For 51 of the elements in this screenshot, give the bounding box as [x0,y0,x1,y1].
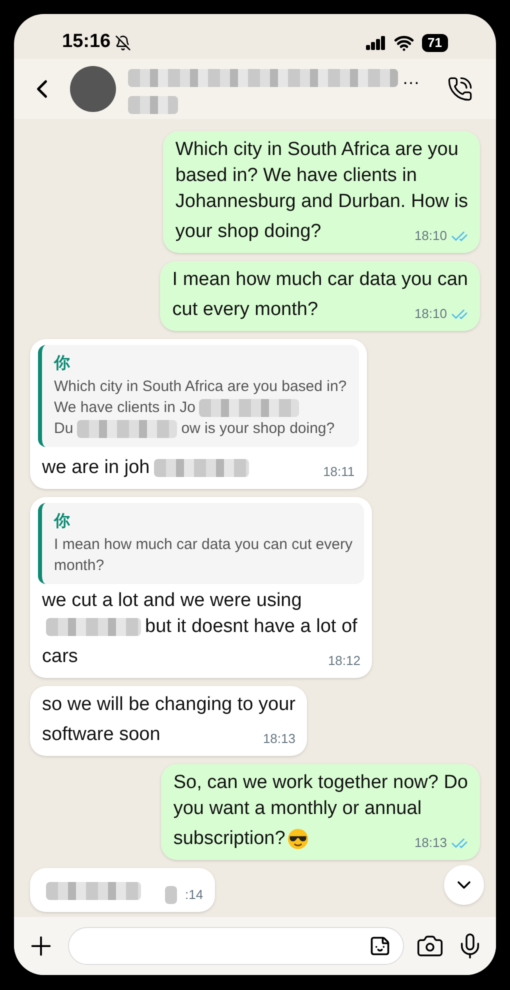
message-time: 18:13 [262,730,296,748]
message-text: we cut a lot and we were using [42,589,302,613]
signal-icon [366,36,386,50]
message-time: 18:13 [414,834,447,852]
message-text: you want a monthly or annual [173,797,422,821]
phone-icon [447,76,473,102]
message-bubble[interactable]: 你 Which city in South Africa are you based in? We have clients in Jo Du ow is your shop doing? we are in joh 18:11 [30,339,367,489]
message-text: subscription? [173,827,286,851]
message-bubble[interactable]: :14 [30,868,216,912]
quote-author: 你 [54,512,71,532]
message-time: 18:10 [414,227,447,245]
quote-author: 你 [54,354,71,374]
quoted-message[interactable]: 你 Which city in South Africa are you based in? We have clients in Jo Du ow is your shop doing? [38,345,359,447]
message-text: your shop doing? [175,220,322,244]
status-time: 15:16 [62,30,111,54]
quoted-text: month? [54,556,104,576]
message-bubble[interactable]: 你 I mean how much car data you can cut every month? we cut a lot and we were using but it doesnt have a lot of cars 18:12 [30,497,372,678]
message-text: software soon [42,723,160,747]
message-text: so we will be changing to your [42,693,296,717]
avatar[interactable] [70,66,116,112]
message-text: So, can we work together now? Do [173,771,468,795]
message-bubble[interactable]: So, can we work together now? Do you want a monthly or annual subscription? 18:13 [161,764,480,860]
scroll-down-button[interactable] [444,865,484,905]
message-text: but it doesnt have a lot of [145,615,358,639]
blurred-text [165,886,177,904]
quoted-message[interactable]: 你 I mean how much car data you can cut every month? [38,503,364,584]
quoted-text: Which city in South Africa are you based in? [54,377,347,397]
sticker-icon[interactable] [369,935,391,957]
message-bubble[interactable]: I mean how much car data you can cut every month? 18:10 [160,261,480,331]
message-text: I mean how much car data you can [172,268,468,292]
sunglasses-face-icon [287,828,310,850]
message-text: we are in joh [42,456,150,480]
message-time: 18:10 [414,305,447,323]
battery-indicator: 71 [422,34,448,52]
blurred-text [128,96,178,114]
message-time: :14 [185,886,204,904]
quoted-text: Du [54,419,74,439]
quoted-text: ow is your shop doing? [181,419,335,439]
message-text: Which city in South Africa are you [175,138,458,162]
message-text: cars [42,645,78,669]
message-input[interactable] [68,927,404,965]
message-text: cut every month? [172,298,318,322]
message-time: 18:12 [328,652,360,670]
contact-name[interactable]: … [402,64,420,92]
quoted-text: We have clients in Jo [54,398,196,418]
message-text: based in? We have clients in [175,164,417,188]
message-bubble[interactable]: Which city in South Africa are you based in? We have clients in Johannesburg and Durban. How is your shop doing? 18:10 [163,131,480,253]
message-time: 18:11 [323,463,355,481]
quoted-text: I mean how much car data you can cut every [54,535,352,555]
message-text: Johannesburg and Durban. How is [175,190,468,214]
message-bubble[interactable]: so we will be changing to your software soon 18:13 [30,686,308,756]
